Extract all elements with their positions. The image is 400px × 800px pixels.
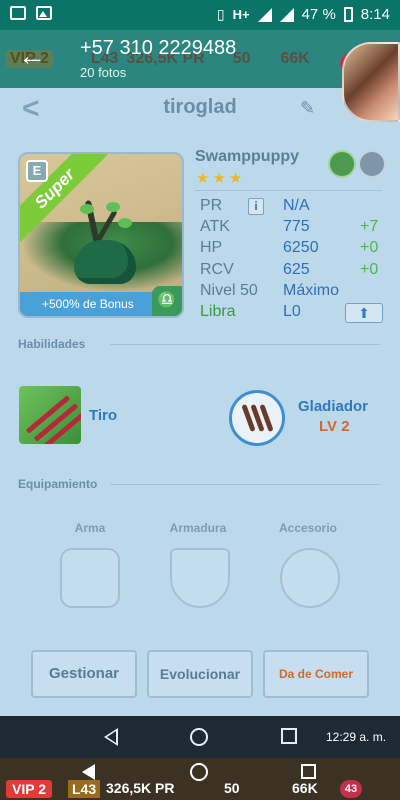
upgrade-arrow-button[interactable]: ⬆ <box>345 303 383 323</box>
divider <box>195 190 382 191</box>
monster-name: Swamppuppy <box>195 148 300 165</box>
notification-badge: 43 <box>340 780 362 798</box>
contact-name[interactable]: +57 310 2229488 <box>80 37 236 60</box>
home-nav-icon[interactable] <box>190 763 208 781</box>
accessory-slot[interactable] <box>280 548 340 608</box>
stat-level: Nivel 50 Máximo <box>200 282 390 304</box>
monster-card[interactable]: Super E +500% de Bonus ♎ <box>18 152 184 318</box>
battery-icon <box>343 7 353 22</box>
stat-label: ATK <box>200 218 230 235</box>
pr-text: 326,5K PR <box>106 780 175 796</box>
back-arrow-icon[interactable]: ← <box>18 42 46 70</box>
level-badge: L43 <box>68 780 101 798</box>
stat-value: 625 <box>283 261 310 278</box>
rock-element-icon <box>358 150 386 178</box>
recents-nav-icon[interactable] <box>281 728 297 744</box>
stat-pr: PR i N/A <box>200 197 390 219</box>
equipment-section-title: Equipamiento <box>18 477 98 491</box>
manage-button[interactable]: Gestionar <box>31 650 137 698</box>
stat-label: HP <box>200 239 223 256</box>
arrows-skill-icon[interactable] <box>19 386 81 444</box>
info-icon[interactable]: i <box>248 198 264 215</box>
photo-count: 20 fotos <box>80 65 127 80</box>
stat-bonus: +0 <box>360 261 379 278</box>
photo-viewer-header: VIP 2 L43 326,5K PR 50 66K 43 ← +57 310 … <box>0 30 400 88</box>
star-icon: ★ <box>196 170 210 187</box>
stat-value: N/A <box>283 197 310 214</box>
feed-button[interactable]: Da de Comer <box>263 650 369 698</box>
home-nav-icon[interactable] <box>190 728 208 746</box>
stat-label: Nivel 50 <box>200 282 258 299</box>
clock: 8:14 <box>360 6 390 23</box>
stat-value: Máximo <box>283 282 340 299</box>
stat-value: 775 <box>283 218 310 235</box>
signal-icon <box>257 7 272 22</box>
vip-badge: VIP 2 <box>6 780 52 798</box>
back-nav-icon[interactable] <box>82 764 95 780</box>
stat-atk: ATK 775 +7 <box>200 218 390 240</box>
skill-name[interactable]: Gladiador <box>298 398 368 415</box>
libra-icon[interactable]: ♎ <box>152 286 182 316</box>
element-icons <box>328 150 386 178</box>
vibrate-icon: ▯ <box>216 6 225 22</box>
stat-label: RCV <box>200 261 234 278</box>
weapon-slot[interactable] <box>60 548 120 608</box>
stat-value: 6250 <box>283 239 319 256</box>
equipment-label: Arma <box>74 521 106 535</box>
energy-text: 50 <box>224 780 240 796</box>
equipment-label: Armadura <box>169 521 227 535</box>
stat-libra: Libra L0 ⬆ <box>200 303 390 325</box>
skill-name[interactable]: Tiro <box>89 407 117 424</box>
network-type: H+ <box>232 7 250 22</box>
abilities-section-title: Habilidades <box>18 337 86 351</box>
star-rating: ★ ★ ★ <box>196 169 242 187</box>
gladiator-claw-icon[interactable] <box>229 390 285 446</box>
stat-bonus: +7 <box>360 218 379 235</box>
leaf-element-icon <box>328 150 356 178</box>
card-type-icon: E <box>26 160 48 182</box>
page-header: < tiroglad ✎ <box>0 88 400 132</box>
signal-icon-2 <box>279 7 294 22</box>
navigation-bar: 12:29 a. m. <box>0 716 400 758</box>
stat-hp: HP 6250 +0 <box>200 239 390 261</box>
battery-text: 47 % <box>301 6 336 23</box>
monster-illustration <box>60 199 150 290</box>
coins-text: 66K <box>292 780 318 796</box>
equipment-label: Accesorio <box>278 521 338 535</box>
stat-rcv: RCV 625 +0 <box>200 261 390 283</box>
armor-slot[interactable] <box>170 548 230 608</box>
page-title: tiroglad <box>163 96 237 118</box>
ghost-coins: 66K <box>280 50 310 67</box>
divider <box>110 484 380 485</box>
status-bar: ▯ H+ 47 % 8:14 <box>0 0 400 30</box>
app-notification-icon <box>10 6 26 20</box>
gallery-notification-icon <box>36 6 52 20</box>
stat-label: Libra <box>200 303 236 320</box>
star-icon: ★ <box>228 170 243 187</box>
back-nav-icon[interactable] <box>104 728 118 746</box>
divider <box>110 344 380 345</box>
evolve-button[interactable]: Evolucionar <box>147 650 253 698</box>
skill-level: LV 2 <box>319 418 350 435</box>
stat-value: L0 <box>283 303 301 320</box>
recents-nav-icon[interactable] <box>301 764 316 779</box>
star-icon: ★ <box>212 170 226 187</box>
stat-label: PR <box>200 197 223 214</box>
edit-pencil-icon[interactable]: ✎ <box>300 98 315 119</box>
stat-bonus: +0 <box>360 239 379 256</box>
nav-time: 12:29 a. m. <box>326 730 387 744</box>
